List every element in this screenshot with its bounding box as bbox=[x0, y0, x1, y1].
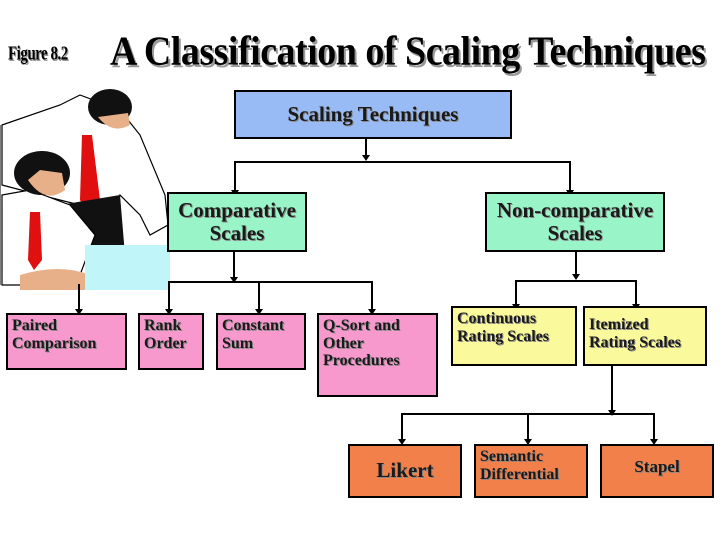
connector bbox=[78, 284, 80, 310]
connector bbox=[234, 161, 236, 191]
node-label: Scales bbox=[547, 221, 603, 245]
node-label: Non-comparative bbox=[496, 197, 654, 222]
connector bbox=[233, 252, 235, 278]
node-constant-sum: Constant Sum bbox=[216, 313, 306, 370]
connector bbox=[575, 252, 577, 276]
node-stapel: Stapel bbox=[600, 444, 714, 498]
node-label: Comparison bbox=[12, 334, 97, 352]
node-label: Procedures bbox=[323, 352, 400, 370]
node-comparative-scales: Comparative Scales bbox=[167, 192, 307, 252]
node-likert: Likert bbox=[348, 444, 462, 498]
connector bbox=[371, 281, 373, 311]
node-label: Paired bbox=[12, 317, 58, 334]
connector bbox=[401, 413, 403, 441]
connector bbox=[258, 281, 260, 311]
node-paired-comparison: Paired Comparison bbox=[6, 313, 127, 370]
node-label: Rating Scales bbox=[457, 327, 549, 345]
node-label: Scaling Techniques bbox=[287, 101, 459, 126]
node-label: Other bbox=[323, 334, 364, 352]
connector bbox=[611, 366, 613, 412]
node-rank-order: Rank Order bbox=[138, 313, 204, 370]
connector bbox=[527, 413, 529, 441]
node-label: Likert bbox=[376, 458, 434, 483]
node-label: Continuous bbox=[457, 310, 537, 327]
connector bbox=[515, 280, 517, 305]
page-title: A Classification of Scaling Techniques bbox=[110, 29, 706, 75]
businessmen-illustration-icon bbox=[0, 89, 170, 290]
connector bbox=[168, 281, 373, 283]
node-label: Semantic bbox=[480, 448, 544, 465]
node-scaling-techniques: Scaling Techniques bbox=[234, 90, 512, 139]
node-q-sort: Q-Sort and Other Procedures bbox=[317, 313, 438, 397]
connector bbox=[515, 280, 636, 282]
node-label: Stapel bbox=[634, 457, 680, 476]
node-label: Order bbox=[144, 334, 187, 352]
connector bbox=[635, 280, 637, 305]
node-noncomparative-scales: Non-comparative Scales bbox=[485, 192, 665, 252]
figure-label: Figure 8.2 bbox=[8, 44, 68, 65]
node-label: Sum bbox=[222, 334, 254, 352]
node-continuous-rating-scales: Continuous Rating Scales bbox=[451, 306, 577, 366]
node-semantic-differential: Semantic Differential bbox=[474, 444, 588, 498]
node-label: Rank bbox=[144, 317, 182, 334]
node-label: Comparative bbox=[178, 197, 296, 222]
node-label: Constant bbox=[222, 317, 285, 334]
node-label: Q-Sort and bbox=[323, 317, 400, 334]
node-itemized-rating-scales: Itemized Rating Scales bbox=[583, 306, 707, 366]
connector bbox=[653, 413, 655, 441]
connector bbox=[569, 161, 571, 191]
node-label: Differential bbox=[480, 465, 559, 483]
connector bbox=[365, 139, 367, 156]
node-label: Itemized bbox=[589, 316, 649, 333]
connector bbox=[168, 281, 170, 311]
node-label: Scales bbox=[209, 221, 265, 245]
connector bbox=[234, 161, 570, 163]
node-label: Rating Scales bbox=[589, 333, 681, 351]
